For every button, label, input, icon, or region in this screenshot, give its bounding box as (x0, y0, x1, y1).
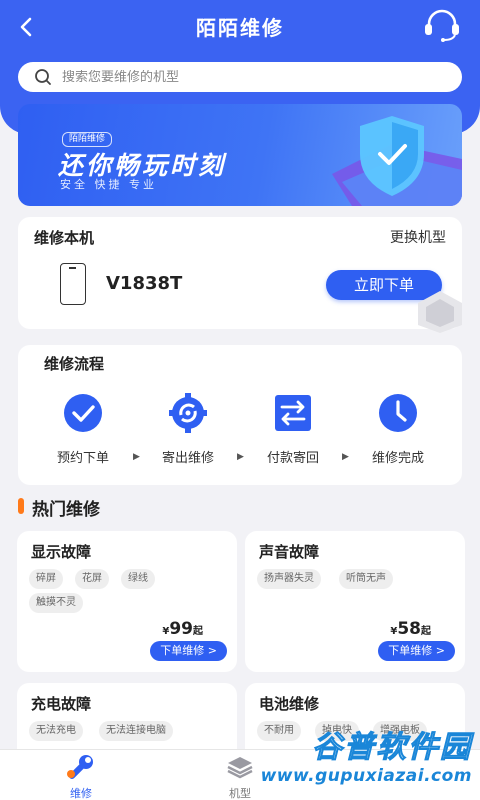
service-title: 显示故障 (31, 543, 92, 561)
float-cube-icon[interactable] (414, 287, 466, 335)
flow-step-label: 寄出维修 (161, 451, 214, 466)
flow-step-label: 维修完成 (371, 451, 424, 466)
service-price: ¥99起 (162, 619, 203, 639)
layers-icon (227, 757, 253, 779)
repair-flow-card: 维修流程 预约下单 ▶ 寄出维修 ▶ 付款寄回 ▶ 维修完成 (18, 345, 462, 485)
customer-service-button[interactable] (422, 8, 462, 42)
section-marker (18, 498, 24, 514)
device-section-title: 维修本机 (34, 229, 95, 247)
issue-chip[interactable]: 听筒无声 (339, 569, 393, 589)
flow-title: 维修流程 (44, 355, 105, 373)
order-repair-button[interactable]: 下单维修 > (378, 641, 455, 661)
wrench-icon (67, 755, 93, 779)
exchange-icon (275, 395, 311, 431)
device-card: 维修本机 更换机型 V1838T 立即下单 (18, 217, 462, 329)
headset-icon (425, 9, 459, 42)
page-title: 陌陌维修 (196, 16, 284, 40)
issue-chip[interactable]: 扬声器失灵 (257, 569, 321, 589)
issue-chip[interactable]: 绿线 (121, 569, 155, 589)
watermark-name: 谷普软件园 (312, 730, 472, 766)
banner-subtitle: 安全 快捷 专业 (60, 178, 157, 191)
order-repair-button[interactable]: 下单维修 > (150, 641, 227, 661)
service-price: ¥58起 (390, 619, 431, 639)
watermark-url: www.gupuxiazai.com (260, 766, 472, 786)
flow-step-pay: 付款寄回 (253, 393, 333, 466)
gear-refresh-icon (169, 393, 207, 433)
flow-step-book: 预约下单 (43, 393, 123, 466)
service-card-sound[interactable]: 声音故障 扬声器失灵 听筒无声 ¥58起 下单维修 > (245, 531, 465, 672)
service-card-display[interactable]: 显示故障 碎屏 花屏 绿线 触摸不灵 ¥99起 下单维修 > (17, 531, 237, 672)
hot-repair-title: 热门维修 (32, 500, 100, 520)
issue-chip[interactable]: 花屏 (75, 569, 109, 589)
flow-step-send: 寄出维修 (148, 393, 228, 466)
search-bar[interactable] (18, 62, 462, 92)
change-model-link[interactable]: 更换机型 (390, 227, 446, 247)
service-title: 充电故障 (31, 695, 92, 713)
flow-arrow: ▶ (237, 452, 244, 462)
issue-chip[interactable]: 无法连接电脑 (99, 721, 173, 741)
promo-banner[interactable]: 陌陌维修 还你畅玩时刻 安全 快捷 专业 (18, 104, 462, 206)
flow-step-done: 维修完成 (358, 393, 438, 466)
tab-repair[interactable]: 维修 (31, 754, 131, 800)
watermark: 谷普软件园 www.gupuxiazai.com (261, 722, 480, 800)
issue-chip[interactable]: 无法充电 (29, 721, 83, 741)
flow-step-label: 付款寄回 (266, 451, 319, 466)
issue-chip[interactable]: 触摸不灵 (29, 593, 83, 613)
clock-icon (379, 394, 417, 432)
flow-arrow: ▶ (342, 452, 349, 462)
flow-arrow: ▶ (133, 452, 140, 462)
service-title: 电池维修 (259, 695, 320, 713)
banner-tag: 陌陌维修 (62, 132, 113, 147)
search-input[interactable] (62, 69, 442, 85)
issue-chip[interactable]: 碎屏 (29, 569, 63, 589)
phone-icon (60, 263, 86, 305)
tab-label: 维修 (70, 787, 92, 800)
flow-step-label: 预约下单 (56, 451, 109, 466)
shield-check-icon (332, 116, 462, 206)
service-title: 声音故障 (259, 543, 320, 561)
check-icon (64, 394, 102, 432)
search-icon (35, 69, 51, 85)
device-model: V1838T (106, 273, 183, 294)
